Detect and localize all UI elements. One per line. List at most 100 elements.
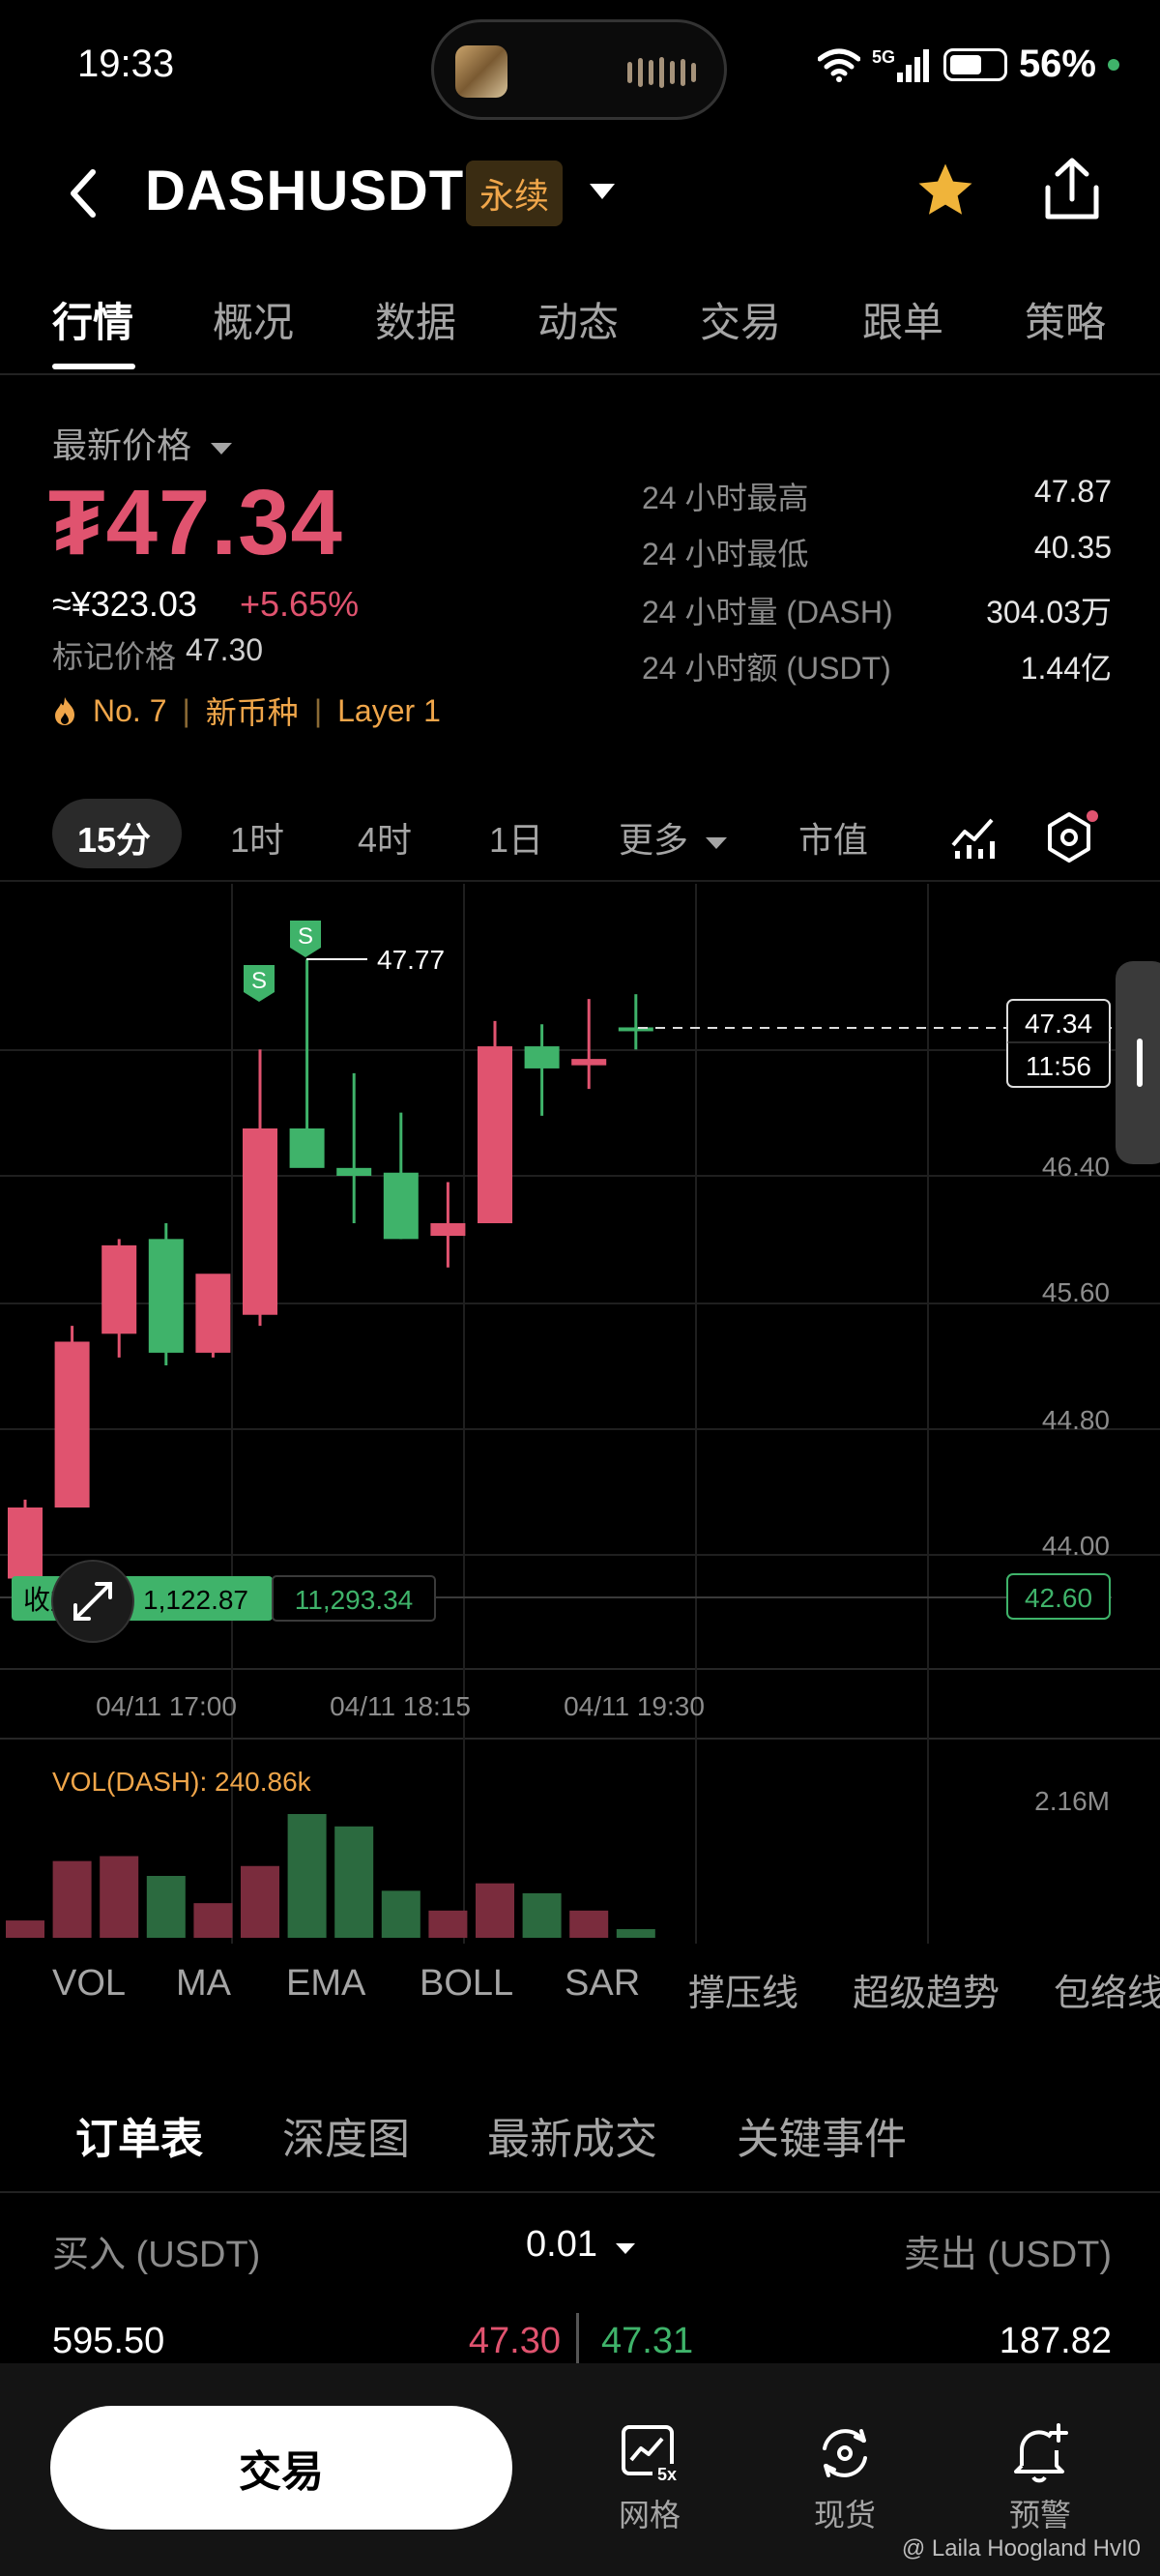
- stat-label: 24 小时额 (USDT): [642, 651, 891, 686]
- indicator-boll[interactable]: BOLL: [420, 1963, 513, 2005]
- trade-button[interactable]: 交易: [50, 2406, 512, 2530]
- mark-price-label: 标记价格: [52, 639, 177, 674]
- rank-tag[interactable]: No. 7: [93, 693, 166, 729]
- volume-bar: [616, 1929, 655, 1938]
- tab-recent-trades[interactable]: 最新成交: [487, 2104, 657, 2166]
- liquidation-price-tag: 42.60: [1025, 1583, 1092, 1613]
- tab-depth-chart[interactable]: 深度图: [282, 2104, 410, 2166]
- nav-spot[interactable]: 现货: [777, 2421, 913, 2535]
- market-cap-toggle[interactable]: 市值: [798, 812, 868, 863]
- tab-key-events[interactable]: 关键事件: [737, 2104, 907, 2166]
- coin-tags: No. 7 | 新币种 | Layer 1: [52, 688, 441, 733]
- volume-label: VOL(DASH): 240.86k: [52, 1767, 312, 1797]
- favorite-star-icon[interactable]: [913, 159, 978, 222]
- indicator-tabs: VOL MA EMA BOLL SAR 撑压线 超级趋势 包络线: [0, 1963, 1160, 2021]
- network-type-label: 5G: [872, 47, 895, 67]
- fullscreen-icon[interactable]: [51, 1560, 134, 1643]
- time-axis: 04/11 17:00 04/11 18:15 04/11 19:30: [96, 1691, 705, 1721]
- candle-body: [430, 1223, 466, 1237]
- tab-news[interactable]: 动态: [537, 290, 619, 349]
- interval-1d[interactable]: 1日: [489, 812, 543, 863]
- tab-copy-trade[interactable]: 跟单: [862, 290, 943, 349]
- stat-label: 24 小时最低: [642, 537, 809, 571]
- indicator-envelope[interactable]: 包络线: [1054, 1963, 1160, 2016]
- position-line[interactable]: 收益 1,122.87 11,293.34 42.60: [0, 1573, 1112, 1622]
- wifi-icon: [817, 48, 860, 82]
- indicator-support-resistance[interactable]: 撑压线: [688, 1963, 798, 2016]
- stat-value: 47.87: [1033, 474, 1112, 509]
- indicator-ema[interactable]: EMA: [286, 1963, 365, 2005]
- stat-value: 40.35: [1033, 530, 1112, 565]
- new-coin-tag[interactable]: 新币种: [206, 688, 299, 733]
- indicator-supertrend[interactable]: 超级趋势: [853, 1963, 1000, 2016]
- bell-plus-icon: [1014, 2423, 1068, 2483]
- chart-drag-handle[interactable]: [1116, 961, 1160, 1164]
- candle-body: [148, 1239, 184, 1353]
- sell-signal-marker[interactable]: S: [290, 921, 321, 957]
- tab-market[interactable]: 行情: [52, 290, 133, 349]
- volume-bar: [146, 1876, 186, 1938]
- tab-trade[interactable]: 交易: [700, 290, 781, 349]
- interval-more[interactable]: 更多: [619, 812, 729, 863]
- tab-strategy[interactable]: 策略: [1025, 290, 1106, 349]
- volume-bar: [6, 1920, 44, 1938]
- cellular-5g-icon: 5G: [872, 47, 929, 82]
- indicator-vol[interactable]: VOL: [52, 1963, 126, 2005]
- tag-separator: |: [313, 692, 323, 728]
- stat-label: 24 小时量 (DASH): [642, 595, 893, 629]
- ask-price: 47.31: [601, 2321, 694, 2361]
- price-axis: 46.40 45.60 44.80 44.00: [1042, 1152, 1110, 1561]
- tab-order-book[interactable]: 订单表: [75, 2104, 203, 2166]
- candle-body: [243, 1128, 277, 1315]
- precision-value: 0.01: [526, 2224, 597, 2265]
- status-time: 19:33: [77, 43, 175, 85]
- price-tick: 45.60: [1042, 1277, 1110, 1307]
- price-change-percent: +5.65%: [240, 584, 360, 624]
- price-tick: 44.00: [1042, 1531, 1110, 1561]
- indicator-chart-icon[interactable]: [949, 812, 998, 861]
- last-price-label[interactable]: 最新价格: [52, 418, 234, 468]
- grid-leverage-badge: 5x: [657, 2465, 677, 2484]
- candle-body: [8, 1508, 43, 1579]
- interval-1h[interactable]: 1时: [230, 812, 284, 863]
- signal-label: S: [298, 923, 313, 950]
- precision-selector[interactable]: 0.01: [526, 2224, 637, 2266]
- last-price-label-text: 最新价格: [52, 425, 192, 465]
- sell-signal-marker[interactable]: S: [244, 965, 275, 1002]
- candle-body: [336, 1167, 372, 1176]
- indicator-ma[interactable]: MA: [176, 1963, 231, 2005]
- candle-body: [618, 1027, 653, 1032]
- interval-more-label: 更多: [619, 820, 689, 860]
- nav-alert[interactable]: 预警: [972, 2421, 1108, 2535]
- candle-body: [383, 1172, 419, 1240]
- chart-settings-icon[interactable]: [1042, 808, 1100, 866]
- volume-bar: [522, 1892, 562, 1938]
- battery-icon: [942, 47, 1007, 81]
- spot-switch-icon: [823, 2429, 867, 2477]
- dynamic-island[interactable]: [431, 19, 727, 120]
- interval-15m[interactable]: 15分: [77, 812, 151, 863]
- interval-4h[interactable]: 4时: [358, 812, 412, 863]
- nav-grid[interactable]: 5x 网格: [582, 2421, 717, 2535]
- volume-bar: [428, 1910, 468, 1938]
- tab-overview[interactable]: 概况: [213, 290, 294, 349]
- main-tabs: 行情 概况 数据 动态 交易 跟单 策略: [0, 290, 1160, 375]
- tab-data[interactable]: 数据: [375, 290, 456, 349]
- share-icon[interactable]: [1040, 155, 1104, 222]
- status-indicators: 5G 56%: [817, 43, 1119, 86]
- back-icon[interactable]: [64, 166, 102, 220]
- signal-label: S: [251, 968, 267, 994]
- sector-tag[interactable]: Layer 1: [337, 693, 441, 729]
- ask-column-label: 卖出 (USDT): [903, 2235, 1112, 2275]
- symbol-dropdown-icon[interactable]: [586, 180, 619, 203]
- symbol-title[interactable]: DASHUSDT: [145, 159, 464, 223]
- volume-bar: [241, 1865, 279, 1938]
- watermark: @ Laila Hoogland HvI0: [901, 2535, 1141, 2561]
- stat-value: 304.03万: [986, 595, 1112, 629]
- current-price-line: 47.34 11:56: [638, 999, 1112, 1088]
- current-price-tag: 47.34: [1025, 1009, 1092, 1039]
- price-chart[interactable]: 46.40 45.60 44.80 44.00 47.34 11:56 47.7…: [0, 884, 1160, 1944]
- candle-countdown: 11:56: [1026, 1051, 1091, 1081]
- candle-body: [102, 1244, 137, 1334]
- indicator-sar[interactable]: SAR: [565, 1963, 640, 2005]
